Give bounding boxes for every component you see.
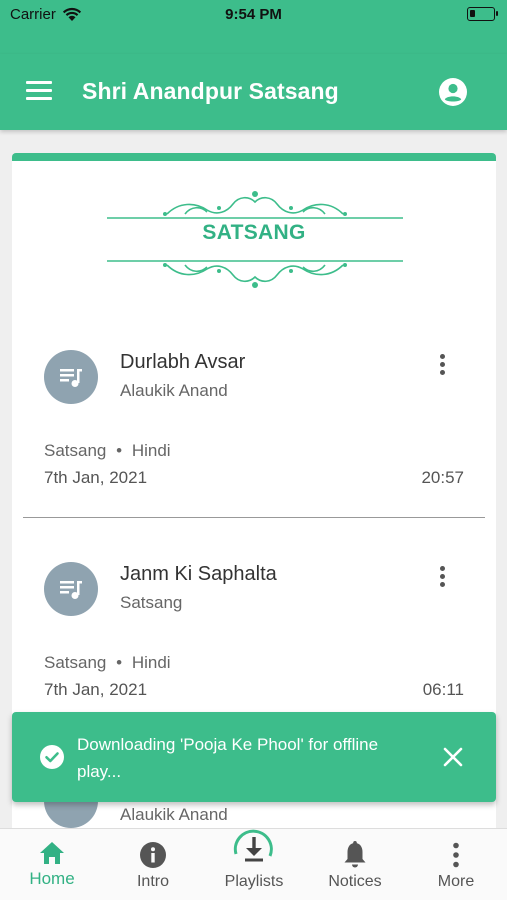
nav-home[interactable]: Home bbox=[2, 829, 102, 900]
check-circle-icon bbox=[40, 745, 64, 769]
track-artist: Alaukik Anand bbox=[120, 805, 228, 824]
download-toast: Downloading 'Pooja Ke Phool' for offline… bbox=[12, 712, 496, 802]
status-bar: Carrier 9:54 PM bbox=[0, 0, 507, 54]
toast-message: Downloading 'Pooja Ke Phool' for offline… bbox=[77, 735, 379, 781]
track-artist: Alaukik Anand bbox=[120, 381, 228, 400]
account-icon[interactable] bbox=[439, 78, 467, 106]
home-icon bbox=[40, 842, 64, 864]
nav-intro-label: Intro bbox=[136, 873, 169, 890]
app-title: Shri Anandpur Satsang bbox=[82, 78, 339, 104]
track-language: Hindi bbox=[131, 441, 171, 460]
battery-icon bbox=[467, 7, 498, 21]
track-title: Janm Ki Saphalta bbox=[120, 563, 277, 585]
more-vertical-icon[interactable] bbox=[430, 351, 454, 381]
nav-more-label: More bbox=[437, 873, 475, 890]
track-meta: Satsang • Hindi bbox=[44, 653, 171, 673]
more-vertical-icon bbox=[453, 842, 459, 868]
more-vertical-icon[interactable] bbox=[430, 563, 454, 593]
bottom-navigation: Home Intro Playlists Notices More bbox=[0, 828, 507, 900]
track-meta: Satsang • Hindi bbox=[44, 441, 171, 461]
meta-separator: • bbox=[116, 441, 123, 460]
playlist-music-icon bbox=[60, 581, 82, 599]
nav-notices[interactable]: Notices bbox=[305, 829, 405, 900]
nav-more[interactable]: More bbox=[406, 829, 506, 900]
track-artwork bbox=[44, 562, 98, 616]
info-icon bbox=[140, 842, 166, 868]
bell-icon bbox=[344, 841, 366, 868]
track-category: Satsang bbox=[44, 441, 107, 460]
track-category: Satsang bbox=[44, 653, 107, 672]
divider bbox=[23, 517, 485, 518]
status-time: 9:54 PM bbox=[225, 6, 282, 23]
nav-playlists-label: Playlists bbox=[224, 873, 284, 890]
track-language: Hindi bbox=[131, 653, 171, 672]
track-title: Durlabh Avsar bbox=[120, 351, 246, 373]
close-icon[interactable] bbox=[442, 746, 464, 768]
track-duration: 20:57 bbox=[421, 468, 464, 487]
app-bar: Shri Anandpur Satsang bbox=[0, 54, 507, 130]
nav-playlists[interactable]: Playlists bbox=[204, 829, 304, 900]
nav-intro[interactable]: Intro bbox=[103, 829, 203, 900]
track-date: 7th Jan, 2021 bbox=[44, 468, 148, 487]
playlist-music-icon bbox=[60, 369, 82, 387]
download-progress-icon bbox=[233, 829, 273, 862]
nav-notices-label: Notices bbox=[328, 873, 382, 890]
meta-separator: • bbox=[116, 653, 123, 672]
section-heading: SATSANG bbox=[202, 221, 306, 244]
track-artist: Satsang bbox=[120, 593, 183, 612]
menu-icon[interactable] bbox=[26, 81, 52, 103]
track-artwork bbox=[44, 350, 98, 404]
track-duration: 06:11 bbox=[422, 680, 464, 699]
nav-home-label: Home bbox=[29, 869, 75, 888]
track-date: 7th Jan, 2021 bbox=[44, 680, 148, 699]
